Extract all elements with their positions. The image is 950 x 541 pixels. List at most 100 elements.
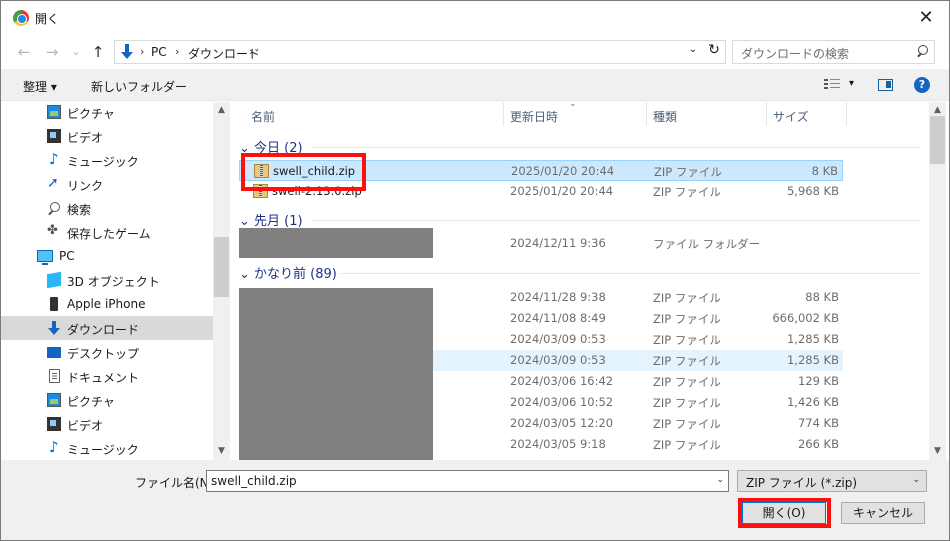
highlight-box [738,498,831,528]
back-button[interactable]: ← [13,41,35,63]
highlight-box [241,153,366,191]
up-button[interactable]: ↑ [87,41,109,63]
file-size: 1,285 KB [786,353,839,367]
sidebar-item-pc[interactable]: PC [1,244,213,268]
pc-icon [37,250,53,265]
breadcrumb-separator: › [249,45,254,58]
group-divider [341,273,921,274]
sidebar-item-music[interactable]: ミュージック [1,148,213,172]
file-date: 2024/12/11 9:36 [510,236,606,250]
3d-objects-icon [47,271,61,289]
sidebar-item-videos[interactable]: ビデオ [1,124,213,148]
pictures-icon [47,105,61,119]
column-header-size[interactable]: サイズ [773,108,809,125]
sidebar-item-label: PC [59,249,75,263]
search-box[interactable]: ダウンロードの検索 [732,40,935,64]
column-header-date[interactable]: 更新日時 [510,108,558,125]
sort-indicator-icon: ⌄ [569,102,577,109]
documents-icon [49,369,60,383]
sidebar-item-label: 保存したゲーム [67,227,151,241]
sidebar-item-saved-games[interactable]: 保存したゲーム [1,220,213,244]
sidebar-item-pictures[interactable]: ピクチャ [1,102,213,124]
scroll-up-icon[interactable]: ▲ [213,105,230,115]
group-divider [311,147,921,148]
open-dialog: 開く ✕ ← → ⌄ ↑ › PC › ダウンロード › ⌄ ↻ ダウンロードの… [0,0,950,541]
sidebar-item-downloads[interactable]: ダウンロード [1,316,213,340]
sidebar-item-label: ビデオ [67,131,104,145]
group-header-long-ago[interactable]: ⌄ かなり前 (89) [239,263,925,283]
breadcrumb-pc[interactable]: PC [151,45,167,59]
navigation-scrollbar[interactable]: ▲ ▼ [213,102,230,460]
column-header-name[interactable]: 名前 [251,108,275,125]
sidebar-item-links[interactable]: リンク [1,172,213,196]
view-options-icon[interactable] [824,79,840,91]
sidebar-item-videos-2[interactable]: ビデオ [1,412,213,436]
scrollbar-thumb[interactable] [930,116,945,164]
sidebar-item-3d-objects[interactable]: 3D オブジェクト [1,268,213,292]
search-icon[interactable] [916,45,928,59]
column-header-type[interactable]: 種類 [653,108,677,125]
sidebar-item-searches[interactable]: 検索 [1,196,213,220]
sidebar-item-label: リンク [67,179,104,193]
file-date: 2025/01/20 20:44 [510,184,614,198]
sidebar-item-music-2[interactable]: ミュージック [1,436,213,460]
chrome-icon [13,10,29,26]
scroll-down-icon[interactable]: ▼ [929,446,946,456]
sidebar-item-label: 3D オブジェクト [67,275,160,289]
view-dropdown-icon[interactable]: ▾ [849,78,854,89]
sidebar-item-documents[interactable]: ドキュメント [1,364,213,388]
file-size: 88 KB [805,290,839,304]
forward-button[interactable]: → [41,41,63,63]
column-divider[interactable] [646,102,647,126]
chevron-down-icon[interactable]: ⌄ [716,475,724,485]
organize-button[interactable]: 整理 ▾ [23,78,57,95]
file-size: 129 KB [797,374,839,388]
scroll-up-icon[interactable]: ▲ [929,105,946,115]
cancel-button[interactable]: キャンセル [841,502,925,524]
navigation-pane: ピクチャ ビデオ ミュージック リンク 検索 保存したゲーム PC 3D オブ [1,102,231,460]
sidebar-item-label: ミュージック [67,443,139,457]
pictures-icon [47,393,61,407]
scrollbar-thumb[interactable] [214,237,229,297]
address-bar[interactable]: › PC › ダウンロード › ⌄ ↻ [114,40,726,64]
new-folder-button[interactable]: 新しいフォルダー [91,78,187,95]
video-icon [47,417,61,431]
file-type: ZIP ファイル [654,165,722,179]
phone-icon [50,297,58,311]
sidebar-item-desktop[interactable]: デスクトップ [1,340,213,364]
close-button[interactable]: ✕ [903,1,949,34]
group-label: ⌄ 先月 (1) [239,214,303,229]
sidebar-item-label: ドキュメント [67,371,140,385]
file-date: 2024/03/09 0:53 [510,353,606,367]
file-date: 2024/03/09 0:53 [510,332,606,346]
video-icon [47,129,61,143]
sidebar-item-label: ピクチャ [67,395,115,409]
address-dropdown-icon[interactable]: ⌄ [685,44,701,55]
group-header-last-month[interactable]: ⌄ 先月 (1) [239,210,925,230]
filename-field[interactable]: swell_child.zip ⌄ [206,470,729,492]
file-list-scrollbar[interactable]: ▲ ▼ [929,102,946,460]
column-divider[interactable] [766,102,767,126]
scroll-down-icon[interactable]: ▼ [213,446,230,456]
game-icon [47,223,61,239]
sidebar-item-label: ビデオ [67,419,104,433]
sidebar-item-label: 検索 [67,203,92,217]
file-size: 5,968 KB [786,184,839,198]
sidebar-item-pictures-2[interactable]: ピクチャ [1,388,213,412]
file-type: ZIP ファイル [653,417,721,431]
recent-locations-button[interactable]: ⌄ [65,41,87,63]
help-icon[interactable]: ? [914,77,930,93]
sidebar-item-iphone[interactable]: Apple iPhone [1,292,213,316]
file-type: ZIP ファイル [653,333,721,347]
file-size: 774 KB [797,416,839,430]
file-date: 2024/03/06 10:52 [510,395,614,409]
refresh-icon[interactable]: ↻ [705,42,723,58]
breadcrumb-separator: › [175,45,180,58]
column-divider[interactable] [846,102,847,126]
filetype-select[interactable]: ZIP ファイル (*.zip) ⌄ [737,470,927,492]
preview-pane-icon[interactable] [878,79,893,91]
search-placeholder: ダウンロードの検索 [741,47,850,61]
file-type: ZIP ファイル [653,185,721,199]
file-date: 2025/01/20 20:44 [511,164,615,178]
column-divider[interactable] [503,102,504,126]
